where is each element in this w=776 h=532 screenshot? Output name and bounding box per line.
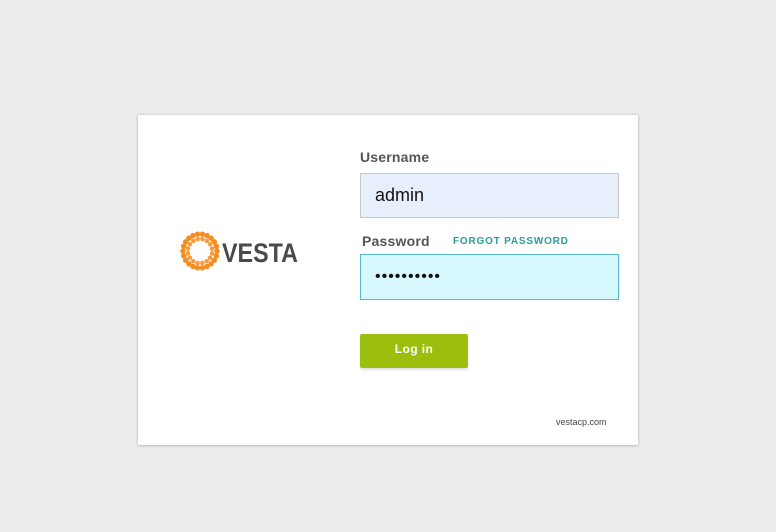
login-card: VESTA Username Password FORGOT PASSWORD … bbox=[138, 115, 638, 445]
logo-dot bbox=[204, 258, 210, 264]
password-input[interactable] bbox=[360, 254, 619, 300]
logo-dot bbox=[190, 232, 196, 239]
logo-dot bbox=[187, 255, 193, 261]
logo-dot bbox=[207, 255, 213, 261]
logo-dot bbox=[195, 260, 200, 266]
login-button[interactable]: Log in bbox=[360, 334, 468, 368]
logo-dot bbox=[194, 265, 201, 271]
logo-dot bbox=[190, 258, 196, 264]
logo-dot bbox=[180, 248, 186, 254]
vesta-logo-icon: VESTA bbox=[180, 231, 298, 271]
logo-dot bbox=[185, 251, 191, 256]
logo-dot bbox=[213, 243, 220, 249]
username-label: Username bbox=[360, 149, 430, 165]
logo-dot bbox=[194, 231, 201, 237]
username-input[interactable] bbox=[360, 173, 619, 218]
logo-dot bbox=[209, 246, 215, 251]
logo-dot bbox=[209, 251, 215, 256]
logo-dot bbox=[214, 248, 220, 254]
logo-dot bbox=[207, 241, 213, 247]
password-label: Password bbox=[362, 233, 430, 249]
logo-ring bbox=[180, 231, 220, 271]
logo-text: VESTA bbox=[222, 238, 298, 268]
logo-dot bbox=[200, 260, 205, 266]
logo-dot bbox=[185, 246, 191, 251]
logo-dot bbox=[200, 236, 205, 242]
forgot-password-link[interactable]: FORGOT PASSWORD bbox=[453, 236, 569, 247]
logo-dot bbox=[190, 238, 196, 244]
vesta-logo: VESTA bbox=[180, 231, 300, 273]
logo-dot bbox=[187, 241, 193, 247]
logo-dot bbox=[199, 231, 206, 237]
logo-dot bbox=[195, 236, 200, 242]
vestacp-link[interactable]: vestacp.com bbox=[556, 417, 607, 427]
logo-dot bbox=[204, 263, 210, 270]
logo-dot bbox=[180, 253, 187, 259]
logo-dot bbox=[199, 265, 206, 271]
logo-dot bbox=[204, 238, 210, 244]
